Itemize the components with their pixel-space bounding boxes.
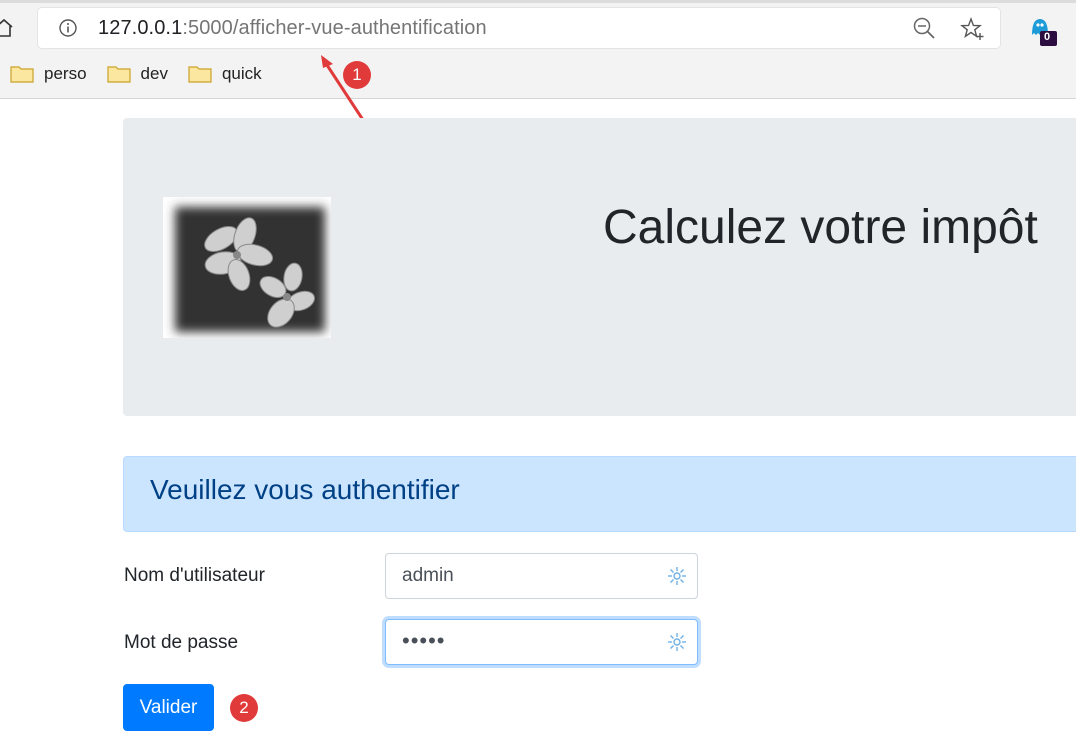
username-input[interactable]: admin <box>385 553 698 599</box>
bookmark-folder-perso[interactable]: perso <box>10 64 87 84</box>
auth-heading-banner: Veuillez vous authentifier <box>123 456 1076 532</box>
bookmark-label: dev <box>140 64 168 83</box>
auth-heading: Veuillez vous authentifier <box>150 474 460 505</box>
annotation-callout-1: 1 <box>343 61 371 89</box>
folder-icon <box>10 66 34 83</box>
password-value: ••••• <box>402 628 446 653</box>
annotation-callout-2: 2 <box>230 694 258 722</box>
home-icon[interactable] <box>0 18 14 38</box>
info-icon[interactable] <box>58 18 78 38</box>
zoom-out-icon[interactable] <box>912 16 938 42</box>
username-value: admin <box>402 565 454 586</box>
password-input[interactable]: ••••• <box>385 619 698 665</box>
header-jumbotron: Calculez votre impôt <box>123 118 1076 416</box>
folder-icon <box>106 66 131 83</box>
folder-icon <box>188 66 212 83</box>
flower-logo-image <box>163 197 331 338</box>
password-label: Mot de passe <box>124 632 239 653</box>
page-title: Calculez votre impôt <box>603 201 1038 254</box>
bookmark-label: perso <box>44 64 87 83</box>
submit-button[interactable]: Valider <box>123 684 214 731</box>
password-manager-icon[interactable] <box>667 566 687 586</box>
username-label: Nom d'utilisateur <box>124 565 265 586</box>
add-favorite-icon[interactable] <box>960 16 986 42</box>
password-manager-icon[interactable] <box>667 632 687 652</box>
address-bar[interactable]: 127.0.0.1:5000/afficher-vue-authentifica… <box>38 8 1000 48</box>
extension-badge: 0 <box>1044 31 1051 43</box>
bookmarks-bar: perso dev quick <box>0 60 272 88</box>
browser-toolbar: 127.0.0.1:5000/afficher-vue-authentifica… <box>0 0 1076 99</box>
bookmark-folder-quick[interactable]: quick <box>188 64 262 84</box>
tab-strip-edge <box>0 0 1076 3</box>
ghostery-extension-icon[interactable]: 0 <box>1028 15 1062 49</box>
bookmark-label: quick <box>221 64 262 83</box>
bookmark-folder-dev[interactable]: dev <box>106 64 168 84</box>
url-text[interactable]: 127.0.0.1:5000/afficher-vue-authentifica… <box>98 17 487 40</box>
